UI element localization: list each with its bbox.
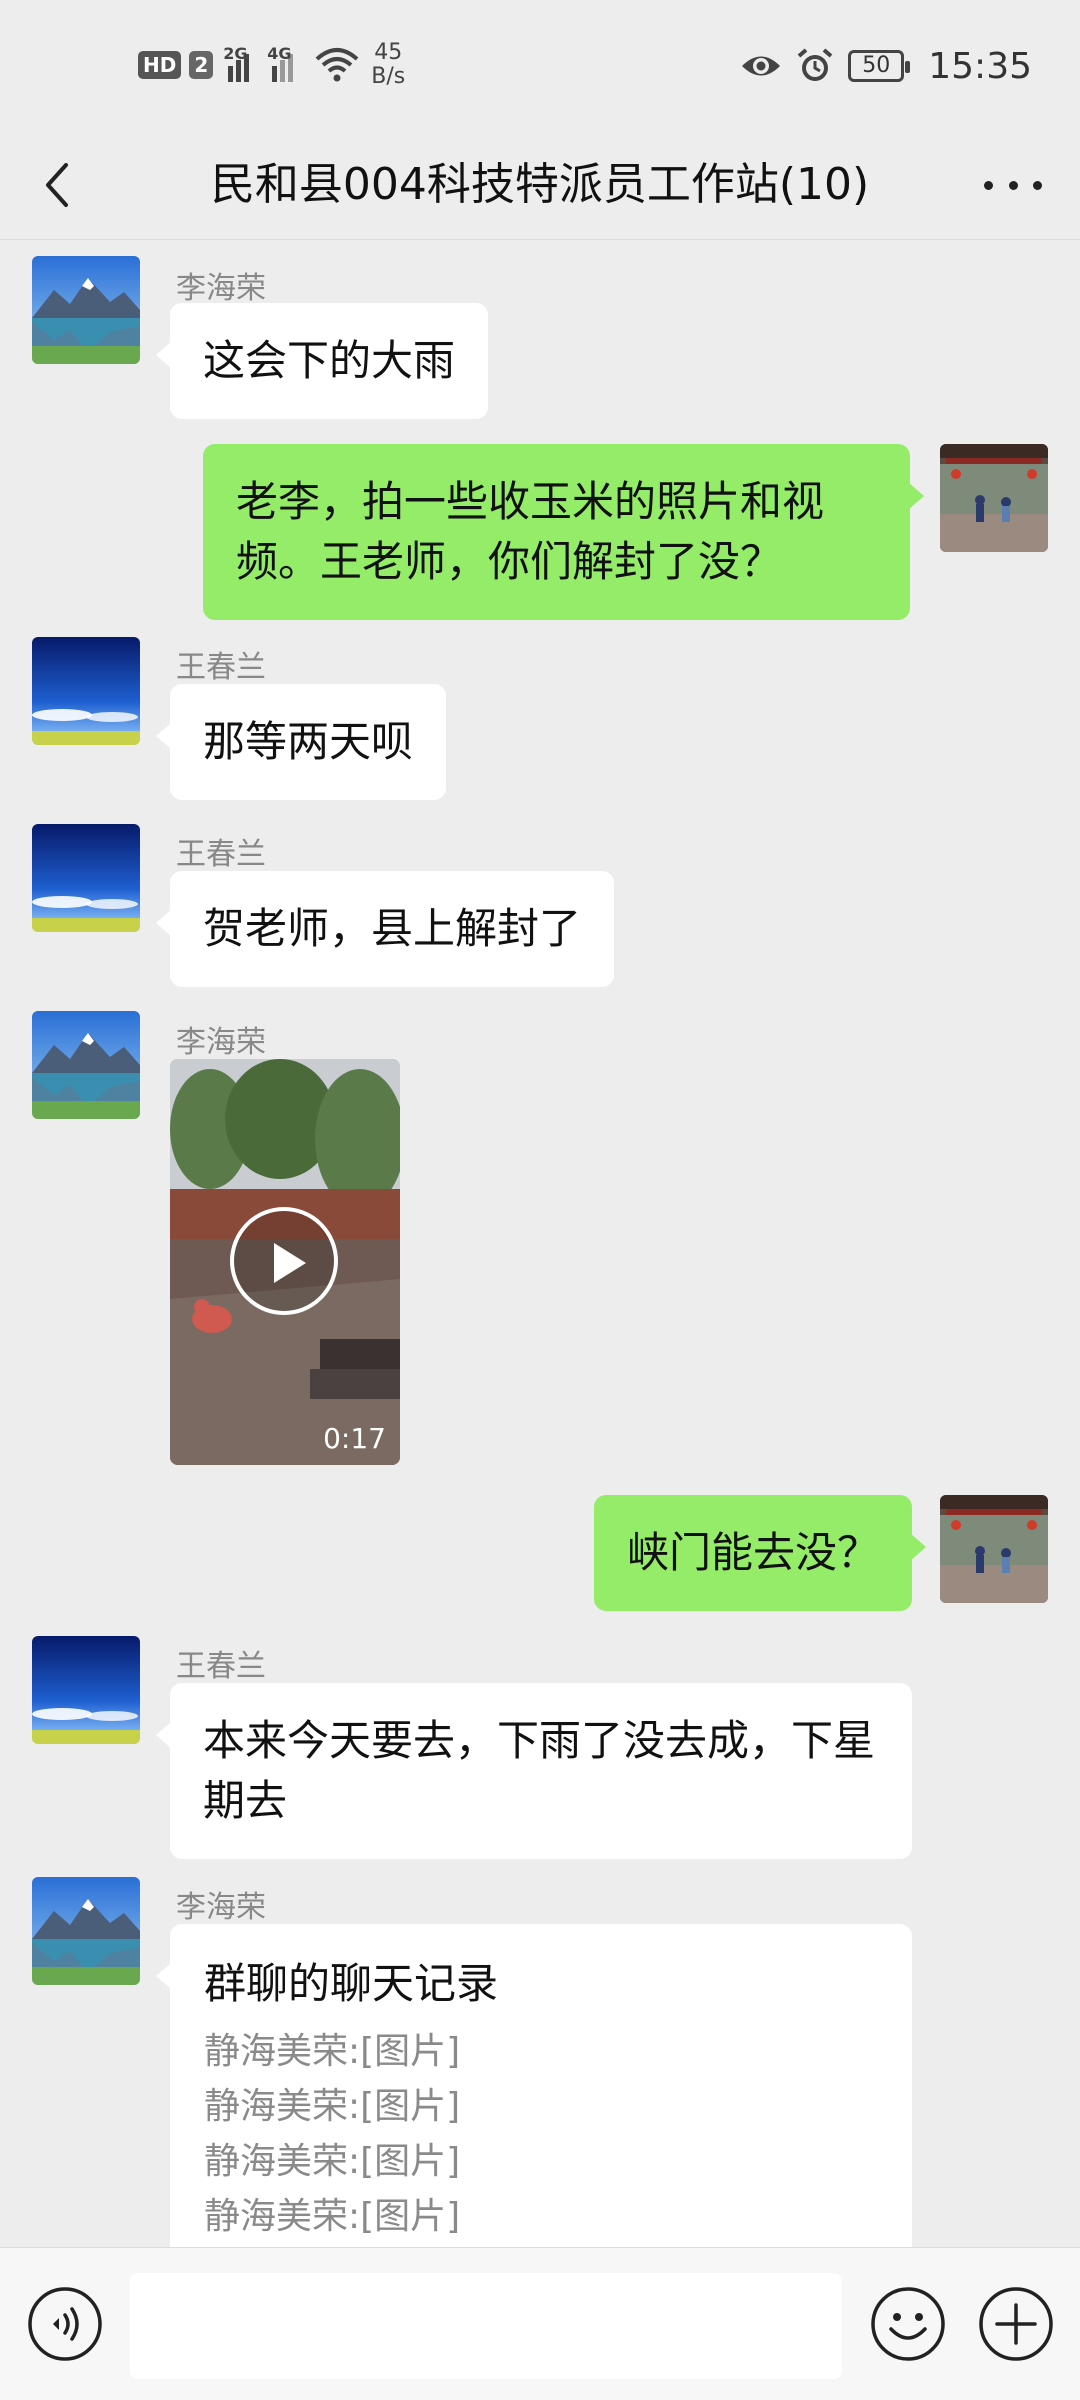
chat-record-line: 静海美荣:[图片] (204, 2086, 461, 2127)
eye-icon (742, 56, 781, 76)
status-bar: HD 2 2G 4G 45 B/s 50 15:35 (0, 0, 1080, 130)
avatar-self[interactable] (940, 444, 1048, 552)
chat-record-line: 静海美荣:[图片] (204, 2141, 461, 2182)
chat-record-line: 静海美荣:[图片] (204, 2196, 461, 2237)
signal-icon: 4G (267, 44, 301, 82)
message-bubble[interactable]: 贺老师，县上解封了 (155, 871, 615, 987)
more-options-icon[interactable] (978, 160, 1048, 210)
network-type-2g: 2G (223, 44, 248, 63)
chat-record-line: 静海美荣:[图片] (204, 2031, 461, 2072)
avatar-li-hairong[interactable] (32, 1877, 140, 1985)
chat-header: 民和县004科技特派员工作站(10) (0, 130, 1080, 240)
message-input[interactable] (130, 2273, 842, 2379)
sim-indicator: 2 (189, 51, 214, 79)
play-icon[interactable] (230, 1207, 338, 1315)
chat-record-title: 群聊的聊天记录 (204, 1959, 499, 2008)
speed-unit: B/s (371, 64, 406, 89)
sender-name: 王春兰 (176, 837, 266, 872)
status-time: 15:35 (928, 45, 1032, 87)
avatar-wang-chunlan[interactable] (32, 824, 140, 932)
avatar-wang-chunlan[interactable] (32, 1636, 140, 1744)
message-input-bar (0, 2247, 1080, 2400)
message-bubble[interactable]: 那等两天呗 (155, 684, 447, 800)
sender-name: 李海荣 (176, 1025, 266, 1060)
voice-input-icon[interactable] (26, 2285, 104, 2363)
message-bubble[interactable]: 本来今天要去，下雨了没去成，下星期去 (156, 1683, 912, 1859)
avatar-li-hairong[interactable] (32, 1011, 140, 1119)
battery-icon: 50 (848, 50, 911, 82)
avatar-self[interactable] (940, 1495, 1048, 1603)
video-message[interactable]: 0:17 (170, 1059, 400, 1465)
plus-icon[interactable] (977, 2285, 1055, 2363)
chat-title: 民和县004科技特派员工作站(10) (210, 159, 870, 210)
message-bubble-outgoing[interactable]: 峡门能去没？ (594, 1495, 927, 1611)
sender-name: 王春兰 (176, 650, 266, 685)
network-type-4g: 4G (267, 44, 292, 63)
sender-name: 李海荣 (176, 1890, 266, 1925)
emoji-icon[interactable] (869, 2285, 947, 2363)
sender-name: 李海荣 (176, 271, 266, 306)
message-bubble[interactable]: 这会下的大雨 (155, 303, 489, 419)
network-speed: 45 B/s (371, 41, 405, 89)
avatar-wang-chunlan[interactable] (32, 637, 140, 745)
speed-value: 45 (374, 40, 403, 65)
signal-icon: 2G (223, 44, 257, 82)
back-arrow-icon[interactable] (30, 155, 90, 215)
message-bubble-outgoing[interactable]: 老李，拍一些收玉米的照片和视频。王老师，你们解封了没？ (203, 444, 924, 620)
chat-record-card[interactable]: 群聊的聊天记录 静海美荣:[图片] 静海美荣:[图片] 静海美荣:[图片] 静海… (156, 1924, 912, 2247)
hd-indicator: HD (138, 51, 182, 79)
alarm-icon (797, 48, 833, 81)
sender-name: 王春兰 (176, 1649, 266, 1684)
video-duration: 0:17 (323, 1422, 386, 1455)
avatar-li-hairong[interactable] (32, 256, 140, 364)
wifi-icon (315, 48, 359, 82)
message-list[interactable]: 李海荣 这会下的大雨 老李，拍一些收玉米的照片和视频。王老师，你们解封了没？ 王… (0, 241, 1080, 2247)
